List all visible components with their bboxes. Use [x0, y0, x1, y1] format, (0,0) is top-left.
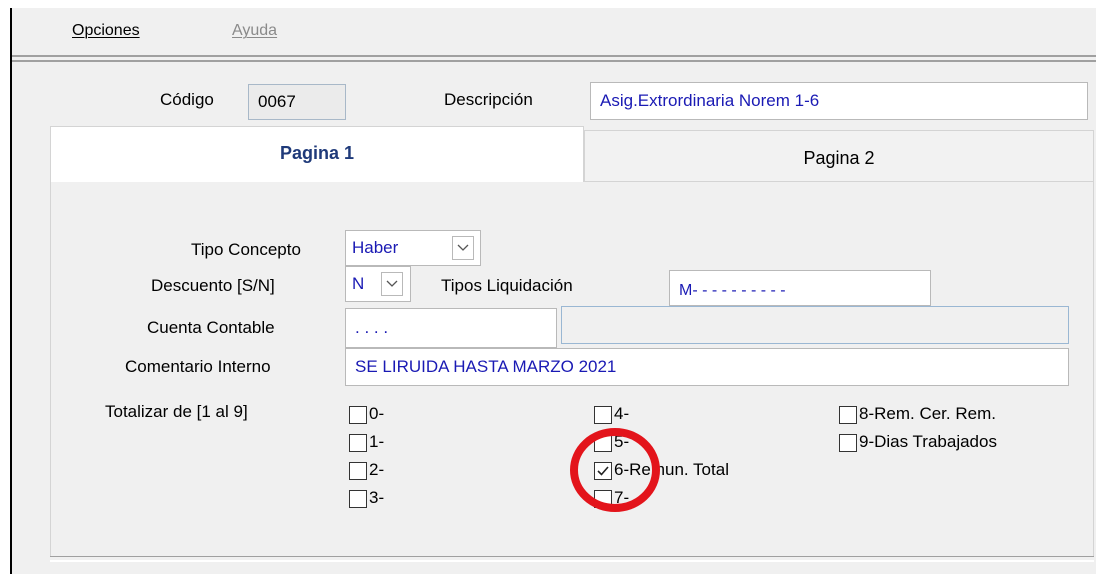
menu-separator-lower [12, 60, 1096, 62]
checkbox-2[interactable] [349, 462, 367, 480]
tipo-concepto-dropdown-button[interactable] [452, 236, 474, 260]
menu-opciones[interactable]: Opciones [72, 22, 140, 40]
descripcion-field[interactable]: Asig.Extrordinaria Norem 1-6 [590, 82, 1088, 120]
cuenta-contable-field[interactable]: . . . . [345, 308, 557, 348]
menu-bar: Opciones Ayuda [12, 8, 1096, 56]
tab-pagina-1[interactable]: Pagina 1 [50, 126, 584, 182]
panel-bottom-border [50, 556, 1094, 557]
tab-container: Pagina 1 Pagina 2 Tipo Concepto Haber De… [50, 126, 1096, 556]
checkbox-1[interactable] [349, 434, 367, 452]
checkbox-2-label: 2- [369, 460, 385, 479]
tipos-liquidacion-field[interactable]: M- - - - - - - - - - [669, 270, 931, 306]
menu-ayuda[interactable]: Ayuda [232, 22, 277, 40]
menu-separator [12, 55, 1096, 57]
chevron-down-icon [386, 280, 398, 287]
totalizar-label: Totalizar de [1 al 9] [105, 402, 248, 421]
checkbox-0[interactable] [349, 406, 367, 424]
checkbox-3[interactable] [349, 490, 367, 508]
cuenta-contable-descripcion [561, 306, 1069, 344]
checkbox-9[interactable] [839, 434, 857, 452]
descripcion-label: Descripción [444, 90, 533, 109]
tipos-liquidacion-label: Tipos Liquidación [441, 276, 573, 295]
tab-panel-pagina-1: Tipo Concepto Haber Descuento [S/N] N Ti… [50, 182, 1094, 556]
tipo-concepto-label: Tipo Concepto [191, 240, 301, 259]
comentario-interno-label: Comentario Interno [125, 357, 271, 376]
descuento-dropdown-button[interactable] [381, 272, 403, 296]
cuenta-contable-label: Cuenta Contable [147, 318, 275, 337]
descuento-value: N [352, 274, 365, 293]
checkbox-1-label: 1- [369, 432, 385, 451]
checkbox-8-label: 8-Rem. Cer. Rem. [859, 404, 996, 423]
panel-bottom-highlight [50, 560, 1094, 562]
checkbox-0-label: 0- [369, 404, 385, 423]
red-highlight-circle-annotation [570, 428, 660, 512]
checkbox-8[interactable] [839, 406, 857, 424]
descuento-label: Descuento [S/N] [151, 276, 275, 295]
checkbox-3-label: 3- [369, 488, 385, 507]
comentario-interno-field[interactable]: SE LIRUIDA HASTA MARZO 2021 [345, 348, 1069, 386]
codigo-label: Código [160, 90, 214, 109]
app-window: Opciones Ayuda Código 0067 Descripción A… [10, 8, 1096, 574]
tipo-concepto-value: Haber [352, 238, 399, 257]
codigo-field[interactable]: 0067 [248, 84, 346, 120]
tab-pagina-2[interactable]: Pagina 2 [584, 130, 1094, 182]
chevron-down-icon [457, 244, 469, 251]
checkbox-9-label: 9-Dias Trabajados [859, 432, 997, 451]
